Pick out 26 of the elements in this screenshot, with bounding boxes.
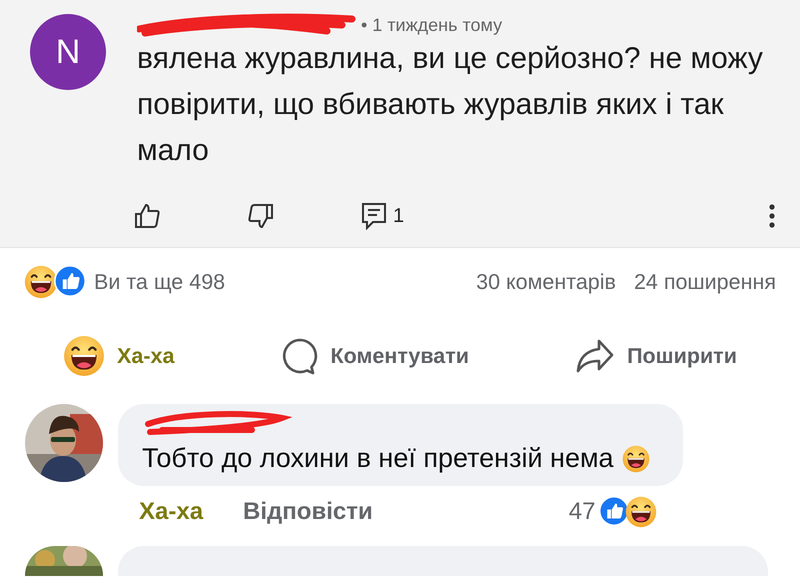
laughing-emoji-icon: [24, 265, 58, 299]
thumbs-up-icon[interactable]: [133, 202, 161, 230]
comment-button[interactable]: Коментувати: [272, 331, 477, 381]
comment-time: • 1 тиждень тому: [361, 14, 502, 36]
reactions-summary[interactable]: Ви та ще 498: [94, 270, 226, 294]
comment-text: Тобто до лохини в неї претензій нема: [142, 443, 614, 474]
comments-count[interactable]: 30 коментарів: [476, 270, 616, 294]
reply-icon[interactable]: [361, 202, 387, 230]
reply-link[interactable]: Відповісти: [243, 498, 373, 526]
laughing-emoji-icon: [625, 496, 658, 528]
reaction-button[interactable]: Ха-ха: [55, 329, 182, 383]
laughing-emoji-icon: [622, 444, 650, 472]
reply-count: 1: [393, 204, 404, 228]
laughing-emoji-icon: [63, 335, 106, 377]
reaction-count: 47: [568, 498, 596, 526]
thumbs-down-icon[interactable]: [247, 202, 275, 230]
haha-reaction-link[interactable]: Ха-ха: [139, 498, 204, 526]
avatar: N: [30, 14, 106, 90]
comment-text: вялена журавлина, ви це серйозно? не можу повірити, що вбивають журавлів яких і так мало: [137, 41, 764, 169]
shares-count[interactable]: 24 поширення: [634, 270, 776, 294]
like-icon: [599, 496, 630, 526]
more-icon[interactable]: [768, 202, 776, 230]
share-arrow-icon: [575, 338, 616, 374]
speech-bubble-icon: [280, 337, 319, 375]
like-icon: [54, 265, 86, 297]
share-button[interactable]: Поширити: [567, 332, 745, 380]
